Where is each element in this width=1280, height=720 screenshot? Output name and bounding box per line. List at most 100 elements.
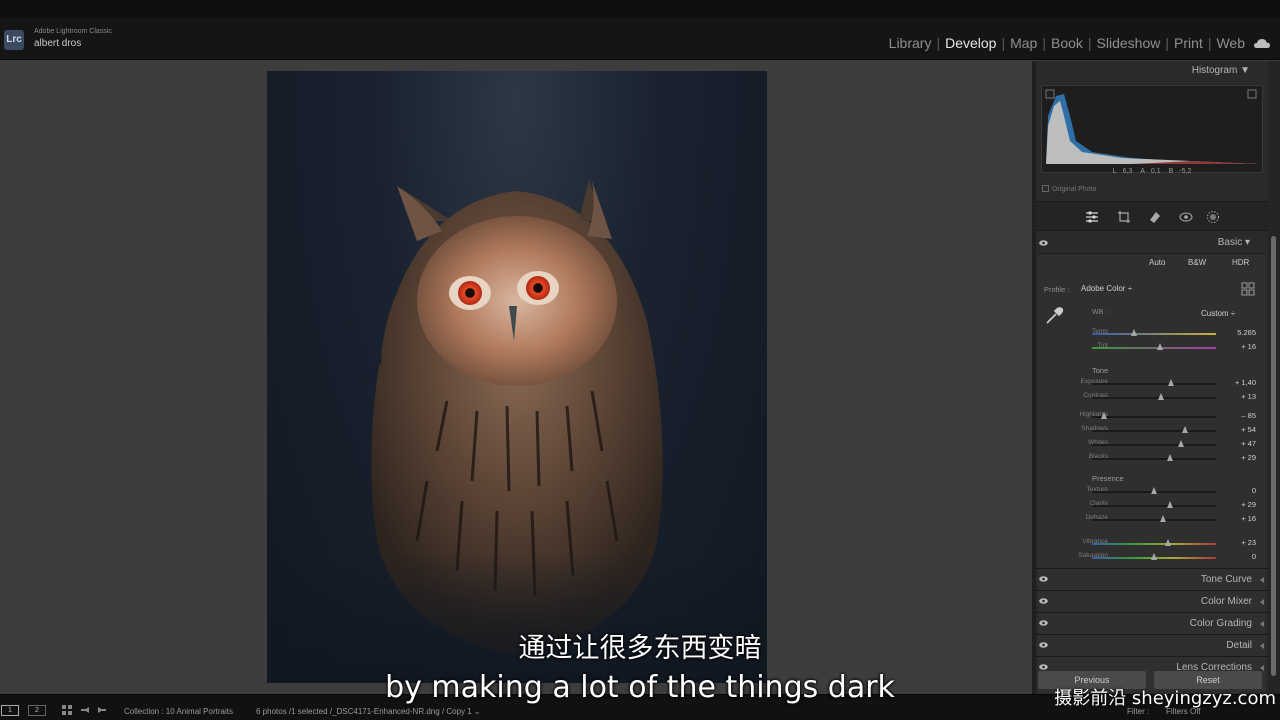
slider-track[interactable] <box>1092 397 1216 399</box>
expand-icon[interactable] <box>1260 599 1264 605</box>
slider-value[interactable]: + 16 <box>1241 514 1256 523</box>
slider-dehaze[interactable]: Dehaze + 16 <box>1036 513 1268 525</box>
slider-track[interactable] <box>1092 347 1216 349</box>
slider-thumb[interactable] <box>1178 440 1185 447</box>
slider-value[interactable]: – 85 <box>1241 411 1256 420</box>
slider-thumb[interactable] <box>1101 412 1108 419</box>
module-map[interactable]: Map <box>1005 35 1042 51</box>
slider-value[interactable]: + 54 <box>1241 425 1256 434</box>
slider-value[interactable]: + 16 <box>1241 342 1256 351</box>
cloud-icon[interactable] <box>1254 39 1270 48</box>
slider-value[interactable]: + 47 <box>1241 439 1256 448</box>
healing-icon[interactable] <box>1148 210 1162 224</box>
edit-sliders-icon[interactable] <box>1085 210 1099 224</box>
slider-exposure[interactable]: Exposure + 1,40 <box>1036 377 1268 389</box>
slider-track[interactable] <box>1092 383 1216 385</box>
photo-info[interactable]: 6 photos /1 selected /_DSC4171-Enhanced-… <box>256 707 481 716</box>
original-photo-checkbox[interactable] <box>1042 185 1049 192</box>
identity-plate: Lrc Adobe Lightroom Classic albert dros … <box>0 18 1280 60</box>
app-name: Adobe Lightroom Classic <box>34 28 112 35</box>
profile-select[interactable]: Adobe Color ÷ <box>1081 284 1132 293</box>
slider-track[interactable] <box>1092 519 1216 521</box>
slider-thumb[interactable] <box>1159 515 1166 522</box>
slider-track[interactable] <box>1092 333 1216 335</box>
wb-select[interactable]: Custom ÷ <box>1201 309 1235 318</box>
grid-view-icon[interactable] <box>62 705 72 715</box>
slider-value[interactable]: + 29 <box>1241 500 1256 509</box>
panel-color-mixer[interactable]: Color Mixer <box>1036 590 1268 610</box>
module-web[interactable]: Web <box>1211 35 1250 51</box>
hdr-button[interactable]: HDR <box>1232 258 1249 267</box>
slider-highlights[interactable]: Highlights – 85 <box>1036 410 1268 422</box>
slider-thumb[interactable] <box>1157 343 1164 350</box>
slider-track[interactable] <box>1092 505 1216 507</box>
module-book[interactable]: Book <box>1046 35 1088 51</box>
slider-value[interactable]: + 23 <box>1241 538 1256 547</box>
slider-value[interactable]: + 1,40 <box>1235 378 1256 387</box>
forward-arrow-icon[interactable] <box>97 705 107 715</box>
slider-saturation[interactable]: Saturation 0 <box>1036 551 1268 563</box>
slider-texture[interactable]: Texture 0 <box>1036 485 1268 497</box>
slider-thumb[interactable] <box>1167 501 1174 508</box>
masking-icon[interactable] <box>1206 210 1220 224</box>
basic-title: Basic ▾ <box>1217 237 1250 248</box>
slider-value[interactable]: + 29 <box>1241 453 1256 462</box>
basic-panel-header[interactable]: Basic ▾ <box>1036 233 1268 251</box>
slider-blacks[interactable]: Blacks + 29 <box>1036 452 1268 464</box>
slider-thumb[interactable] <box>1131 329 1138 336</box>
slider-value[interactable]: 0 <box>1252 552 1256 561</box>
slider-thumb[interactable] <box>1167 454 1174 461</box>
histogram[interactable] <box>1041 85 1263 173</box>
tone-title: Tone <box>1092 366 1109 375</box>
slider-value[interactable]: 0 <box>1252 486 1256 495</box>
slider-track[interactable] <box>1092 444 1216 446</box>
slider-contrast[interactable]: Contrast + 13 <box>1036 391 1268 403</box>
window-2-button[interactable]: 2 <box>28 705 46 716</box>
slider-thumb[interactable] <box>1168 379 1175 386</box>
crop-icon[interactable] <box>1117 210 1131 224</box>
slider-thumb[interactable] <box>1158 393 1165 400</box>
slider-thumb[interactable] <box>1164 539 1171 546</box>
slider-track[interactable] <box>1092 543 1216 545</box>
slider-value[interactable]: + 13 <box>1241 392 1256 401</box>
a-label: A <box>1140 168 1145 175</box>
slider-value[interactable]: 5.265 <box>1237 328 1256 337</box>
photo-preview[interactable] <box>267 71 767 683</box>
histogram-title[interactable]: Histogram ▼ <box>1192 65 1250 76</box>
slider-track[interactable] <box>1092 416 1216 418</box>
eye-icon[interactable] <box>1039 598 1048 604</box>
original-photo-toggle[interactable]: Original Photo <box>1042 185 1096 193</box>
slider-thumb[interactable] <box>1151 553 1157 560</box>
slider-thumb[interactable] <box>1182 426 1188 433</box>
red-eye-icon[interactable] <box>1179 210 1193 224</box>
slider-track[interactable] <box>1092 430 1216 432</box>
back-arrow-icon[interactable] <box>80 705 90 715</box>
slider-thumb[interactable] <box>1151 487 1157 494</box>
slider-vibrance[interactable]: Vibrance + 23 <box>1036 537 1268 549</box>
eyedropper-icon[interactable] <box>1044 306 1064 326</box>
profile-browser-icon[interactable] <box>1241 282 1255 296</box>
module-library[interactable]: Library <box>884 35 937 51</box>
auto-button[interactable]: Auto <box>1149 258 1165 267</box>
slider-temp[interactable]: Temp 5.265 <box>1036 327 1268 339</box>
slider-clarity[interactable]: Clarity + 29 <box>1036 499 1268 511</box>
eye-icon[interactable] <box>1039 576 1048 582</box>
slider-track[interactable] <box>1092 458 1216 460</box>
bw-button[interactable]: B&W <box>1188 258 1206 267</box>
panel-tone-curve[interactable]: Tone Curve <box>1036 568 1268 588</box>
collection-label[interactable]: Collection : 10 Animal Portraits <box>124 707 233 716</box>
slider-shadows[interactable]: Shadows + 54 <box>1036 424 1268 436</box>
expand-icon[interactable] <box>1260 577 1264 583</box>
presence-title: Presence <box>1092 474 1124 483</box>
window-1-button[interactable]: 1 <box>1 705 19 716</box>
module-print[interactable]: Print <box>1169 35 1208 51</box>
module-develop[interactable]: Develop <box>940 35 1001 51</box>
right-panel-scrollbar[interactable] <box>1268 61 1280 694</box>
slider-tint[interactable]: Tint + 16 <box>1036 341 1268 353</box>
eye-icon[interactable] <box>1039 240 1048 246</box>
histogram-graph <box>1045 89 1258 164</box>
slider-whites[interactable]: Whites + 47 <box>1036 438 1268 450</box>
panel-title: Color Mixer <box>1200 596 1252 607</box>
module-slideshow[interactable]: Slideshow <box>1092 35 1166 51</box>
scrollbar-thumb[interactable] <box>1271 236 1276 676</box>
